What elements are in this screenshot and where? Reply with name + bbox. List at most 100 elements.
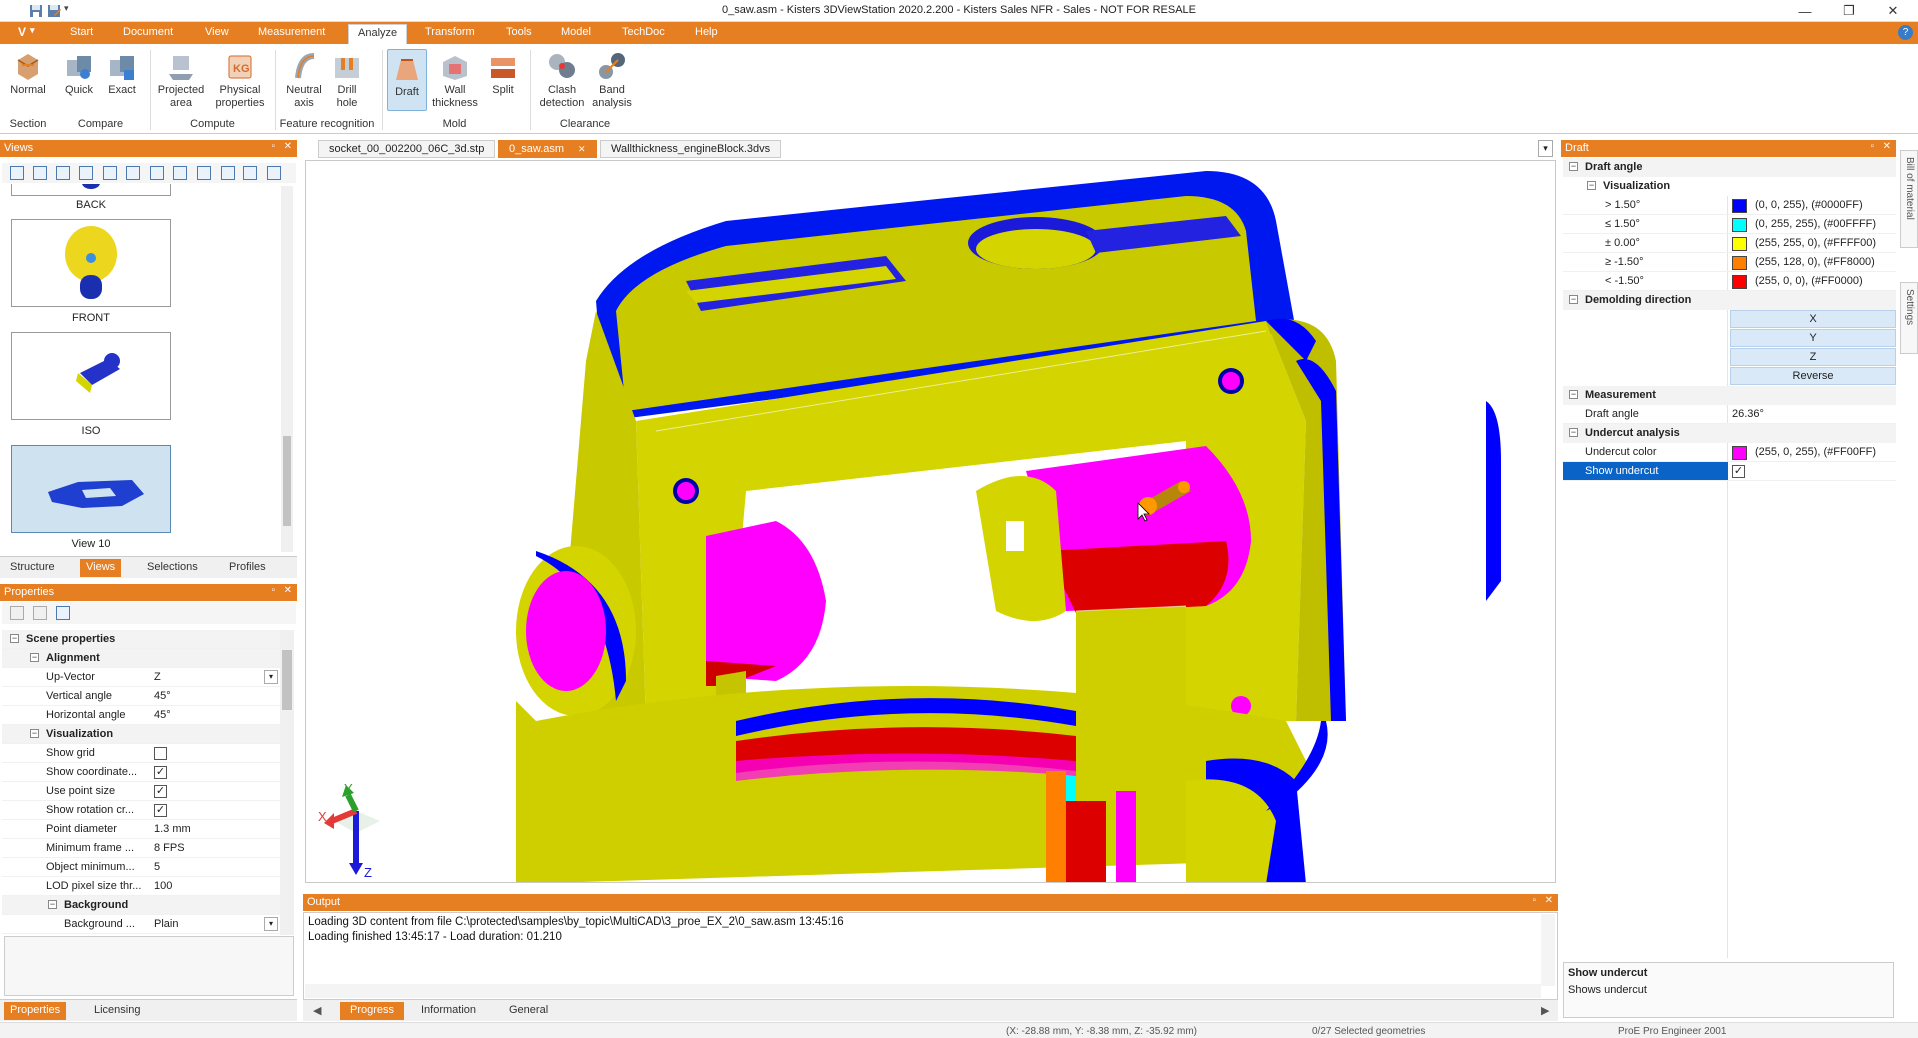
view-forward-icon[interactable] <box>150 166 164 180</box>
horizontal-angle-value[interactable]: 45° <box>154 709 171 721</box>
direction-y-button[interactable]: Y <box>1730 329 1896 347</box>
projected-area-button[interactable]: Projected area <box>155 50 207 110</box>
tab-general[interactable]: General <box>503 1002 554 1020</box>
tab-licensing[interactable]: Licensing <box>88 1002 146 1020</box>
tab-structure[interactable]: Structure <box>4 559 61 577</box>
output-scrollbar[interactable] <box>1541 914 1555 986</box>
view-settings-icon[interactable] <box>267 166 281 180</box>
normal-section-button[interactable]: Normal <box>6 50 50 97</box>
side-tab-bill-of-material[interactable]: Bill of material <box>1900 150 1918 248</box>
doc-tab-saw[interactable]: 0_saw.asm ✕ <box>498 140 597 158</box>
direction-x-button[interactable]: X <box>1730 310 1896 328</box>
view-thumbnail-front[interactable] <box>11 219 171 307</box>
menu-measurement[interactable]: Measurement <box>258 26 325 38</box>
view-export-icon[interactable] <box>243 166 257 180</box>
point-diameter-value[interactable]: 1.3 mm <box>154 823 191 835</box>
object-minimum-value[interactable]: 5 <box>154 861 160 873</box>
view-sync-icon[interactable] <box>197 166 211 180</box>
alignment-row[interactable]: − Alignment <box>2 649 280 668</box>
direction-z-button[interactable]: Z <box>1730 348 1896 366</box>
orientation-triad[interactable]: Y X Z <box>316 781 396 881</box>
side-tab-settings[interactable]: Settings <box>1900 282 1918 354</box>
view-rotate-icon[interactable] <box>221 166 235 180</box>
visualization-row[interactable]: − Visualization <box>2 725 280 744</box>
view-refresh-icon[interactable] <box>56 166 70 180</box>
menu-transform[interactable]: Transform <box>425 26 475 38</box>
scene-properties-row[interactable]: − Scene properties <box>2 630 280 649</box>
clash-detection-button[interactable]: Clash detection <box>536 50 588 110</box>
menu-tools[interactable]: Tools <box>506 26 532 38</box>
categorize-icon[interactable] <box>10 606 24 620</box>
pin-icon[interactable]: ▫ <box>1870 141 1874 152</box>
view-thumbnail-view10[interactable] <box>11 445 171 533</box>
legend-swatch-4[interactable] <box>1732 256 1747 270</box>
show-grid-checkbox[interactable] <box>154 747 167 760</box>
tab-selections[interactable]: Selections <box>141 559 204 577</box>
demolding-section[interactable]: − Demolding direction <box>1563 291 1896 310</box>
minimize-button[interactable]: — <box>1783 0 1827 22</box>
tab-views[interactable]: Views <box>80 559 122 577</box>
reverse-direction-button[interactable]: Reverse <box>1730 367 1896 385</box>
measurement-section[interactable]: − Measurement <box>1563 386 1896 405</box>
legend-swatch-2[interactable] <box>1732 218 1747 232</box>
model-render[interactable] <box>306 161 1556 883</box>
menu-view[interactable]: View <box>205 26 229 38</box>
legend-swatch-1[interactable] <box>1732 199 1747 213</box>
close-icon[interactable]: ✕ <box>1883 141 1891 152</box>
exact-compare-button[interactable]: Exact <box>101 50 143 97</box>
menu-analyze[interactable]: Analyze <box>348 24 408 44</box>
show-rotation-checkbox[interactable]: ✓ <box>154 804 167 817</box>
menu-model[interactable]: Model <box>561 26 591 38</box>
view-thumbnail-back[interactable] <box>11 184 171 196</box>
restore-button[interactable]: ❐ <box>1827 0 1871 22</box>
sort-icon[interactable] <box>33 606 47 620</box>
visualization-section[interactable]: − Visualization <box>1563 177 1896 196</box>
help-icon[interactable]: ? <box>1898 25 1913 40</box>
draft-angle-section[interactable]: − Draft angle <box>1563 158 1896 177</box>
chevron-down-icon[interactable]: ▾ <box>264 670 278 684</box>
tab-progress[interactable]: Progress <box>340 1002 405 1020</box>
band-analysis-button[interactable]: Band analysis <box>590 50 634 110</box>
pin-icon[interactable]: ▫ <box>271 141 275 152</box>
show-coordinate-checkbox[interactable]: ✓ <box>154 766 167 779</box>
pin-icon[interactable]: ▫ <box>1532 895 1536 906</box>
close-button[interactable]: ✕ <box>1871 0 1915 22</box>
view-home-icon[interactable] <box>10 166 24 180</box>
view-stop-icon[interactable] <box>126 166 140 180</box>
menu-help[interactable]: Help <box>695 26 718 38</box>
split-button[interactable]: Split <box>484 50 522 97</box>
3d-viewport[interactable]: Y X Z <box>305 160 1556 883</box>
app-menu-button[interactable]: V ▾ <box>8 24 44 42</box>
undercut-color-swatch[interactable] <box>1732 446 1747 460</box>
close-icon[interactable]: ✕ <box>284 141 292 152</box>
physical-properties-button[interactable]: KG Physical properties <box>210 50 270 110</box>
doc-tab-socket[interactable]: socket_00_002200_06C_3d.stp <box>318 140 496 158</box>
close-icon[interactable]: ✕ <box>578 144 586 154</box>
menu-techdoc[interactable]: TechDoc <box>622 26 665 38</box>
drill-hole-button[interactable]: Drill hole <box>328 50 366 110</box>
chevron-down-icon[interactable]: ▾ <box>264 917 278 931</box>
background-mode-select[interactable]: Plain <box>154 918 178 930</box>
show-undercut-checkbox[interactable]: ✓ <box>1732 465 1745 478</box>
document-list-dropdown-icon[interactable]: ▾ <box>1538 140 1553 157</box>
view-delete-icon[interactable] <box>79 166 93 180</box>
quick-compare-button[interactable]: Quick <box>58 50 100 97</box>
tab-properties[interactable]: Properties <box>4 1002 67 1020</box>
legend-swatch-3[interactable] <box>1732 237 1747 251</box>
menu-start[interactable]: Start <box>70 26 93 38</box>
properties-scrollbar[interactable] <box>280 630 294 935</box>
output-hscrollbar[interactable] <box>305 984 1541 998</box>
view-fit-icon[interactable] <box>173 166 187 180</box>
legend-swatch-5[interactable] <box>1732 275 1747 289</box>
tab-profiles[interactable]: Profiles <box>223 559 272 577</box>
neutral-axis-button[interactable]: Neutral axis <box>282 50 326 110</box>
tab-information[interactable]: Information <box>415 1002 482 1020</box>
pin-icon[interactable]: ▫ <box>271 585 275 596</box>
draft-button[interactable]: Draft <box>387 49 427 111</box>
view-add-icon[interactable] <box>33 166 47 180</box>
close-icon[interactable]: ✕ <box>284 585 292 596</box>
filter-icon[interactable] <box>56 606 70 620</box>
tab-scroll-right-icon[interactable]: ▶ <box>1535 1002 1555 1020</box>
wall-thickness-button[interactable]: Wall thickness <box>430 50 480 110</box>
view-thumbnail-iso[interactable] <box>11 332 171 420</box>
